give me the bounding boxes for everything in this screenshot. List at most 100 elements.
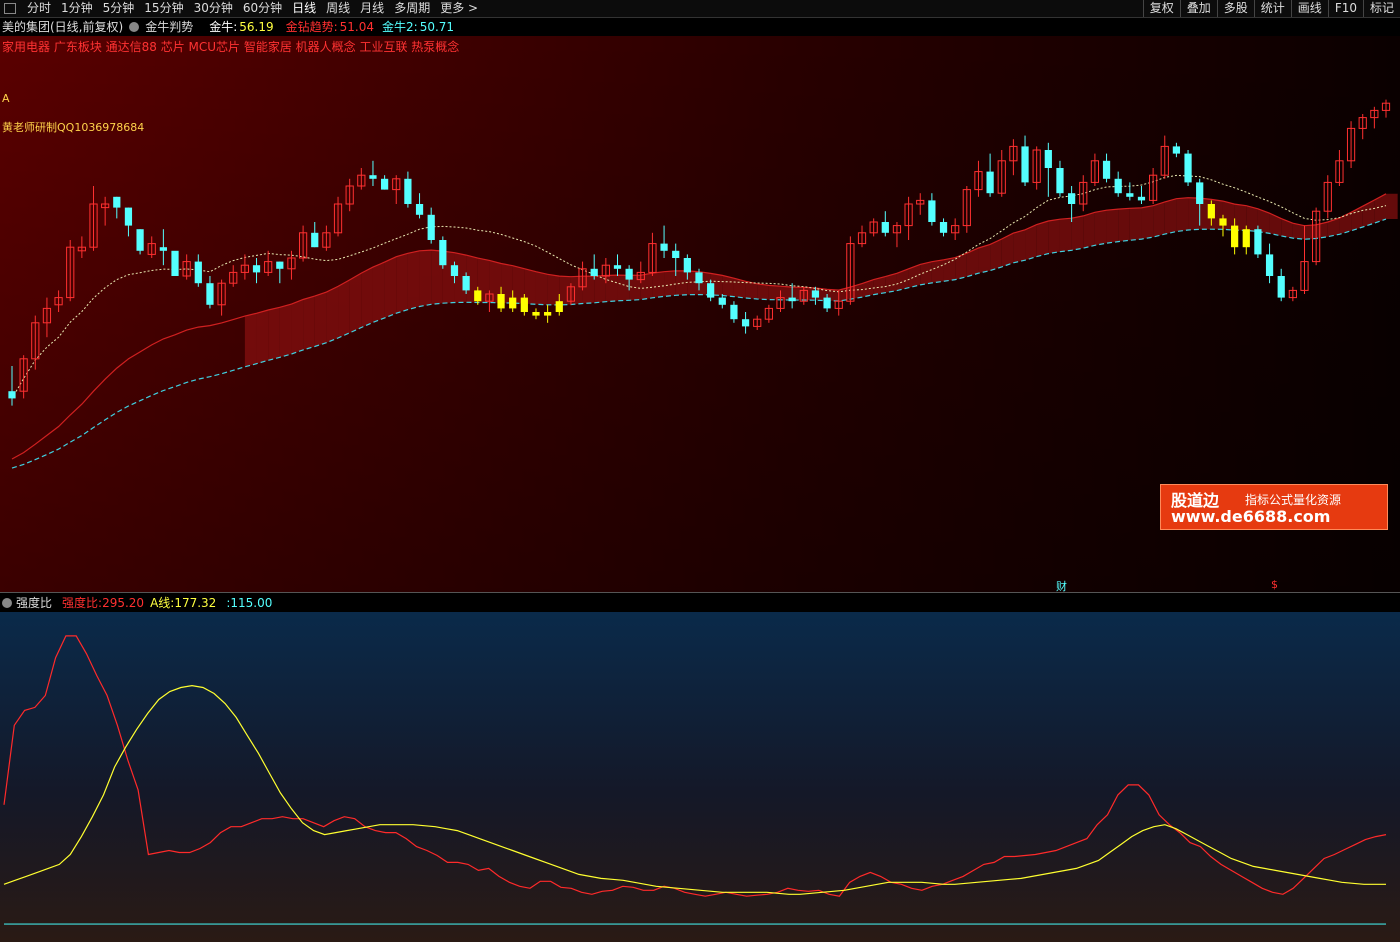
candle-body (1126, 193, 1134, 197)
candle-body (1196, 182, 1204, 204)
top-toolbar: 分时 1分钟 5分钟 15分钟 30分钟 60分钟 日线 周线 月线 多周期 更多 > 复权 叠加 多股… (0, 0, 1400, 18)
candle-body (730, 304, 738, 320)
candle-body (159, 247, 167, 251)
candle (1184, 150, 1192, 186)
label-a: A (2, 92, 10, 105)
tab-0[interactable]: 分时 (22, 0, 56, 17)
candle-body (194, 261, 202, 284)
tool-6[interactable]: 标记 (1362, 0, 1400, 17)
candle-body (474, 290, 482, 302)
sub-chart-background (0, 612, 1400, 942)
candle-body (1068, 193, 1076, 204)
candle-body (613, 265, 622, 269)
watermark-logo: 股道边 指标公式量化资源 www.de6688.com (1160, 484, 1388, 530)
candle-body (311, 232, 319, 248)
menu-icon[interactable] (4, 3, 16, 14)
candle-body (462, 276, 470, 291)
candle (171, 250, 179, 276)
candle-body (520, 297, 528, 312)
candle-body (1044, 150, 1052, 168)
sub-indicator-menu-icon[interactable] (2, 597, 12, 608)
strength-ratio-chart[interactable] (0, 612, 1400, 942)
tab-5[interactable]: 60分钟 (238, 0, 287, 17)
candle-body (509, 297, 517, 309)
v3-value: 50.71 (419, 19, 455, 34)
candle-body (1021, 146, 1029, 183)
candle-body (811, 290, 820, 298)
candle-body (276, 261, 284, 269)
tool-3[interactable]: 统计 (1253, 0, 1291, 17)
candle-body (1184, 153, 1192, 183)
v1-value: 56.19 (239, 19, 274, 34)
tab-2[interactable]: 5分钟 (98, 0, 140, 17)
candle-body (404, 178, 412, 204)
tab-10[interactable]: 更多 > (435, 0, 483, 17)
tab-7[interactable]: 周线 (321, 0, 355, 17)
tab-3[interactable]: 15分钟 (139, 0, 188, 17)
tool-2[interactable]: 多股 (1216, 0, 1254, 17)
tab-6[interactable]: 日线 (287, 0, 321, 17)
candle-body (206, 283, 214, 305)
candle-body (171, 250, 179, 276)
event-marker[interactable]: $ (1271, 578, 1278, 591)
candle-body (544, 312, 552, 316)
candle-body (369, 175, 377, 179)
candle-body (590, 268, 598, 276)
candle-body (695, 272, 703, 284)
candle-body (415, 204, 424, 215)
sub-indicator-bar: 强度比 强度比: 295.20 A线: 177.32 : 115.00 (0, 592, 1400, 612)
v2-value: 51.04 (339, 19, 375, 34)
watermark-url: www.de6688.com (1171, 507, 1331, 526)
candle-body (439, 240, 447, 266)
candle-body (1207, 204, 1215, 219)
indicator-name[interactable]: 金牛判势 (145, 18, 193, 35)
candle-body (788, 297, 796, 302)
candle-body (1114, 178, 1122, 194)
candle-body (1172, 146, 1181, 154)
concept-tags: 家用电器 广东板块 通达信88 芯片 MCU芯片 智能家居 机器人概念 工业互联… (2, 40, 460, 54)
candle-body (1277, 276, 1285, 298)
candle-body (8, 391, 16, 399)
sub-indicator-name[interactable]: 强度比 (16, 594, 52, 611)
candle-body (450, 265, 459, 276)
candle-body (555, 301, 563, 312)
candle-body (741, 319, 750, 327)
candle-body (672, 250, 680, 258)
right-tools: 复权 叠加 多股 统计 画线 F10 标记 (1142, 0, 1400, 17)
candle-body (124, 207, 133, 226)
candle-body (532, 312, 540, 316)
v1-label: 金牛: (209, 20, 238, 34)
candle-body (252, 265, 261, 273)
stock-title: 美的集团(日线,前复权) (2, 20, 124, 34)
watermark-subtitle: 指标公式量化资源 (1245, 493, 1342, 507)
candle (439, 236, 447, 269)
candle-body (136, 229, 144, 251)
tab-4[interactable]: 30分钟 (189, 0, 238, 17)
tab-8[interactable]: 月线 (355, 0, 389, 17)
candle (1254, 225, 1262, 258)
indicator-menu-icon[interactable] (129, 21, 140, 32)
candle-body (1102, 160, 1111, 179)
tool-5[interactable]: F10 (1327, 0, 1363, 17)
candle-body (660, 243, 668, 251)
candle-body (1231, 225, 1239, 248)
candle-body (1254, 229, 1262, 255)
s1-label: 强度比: (62, 596, 103, 610)
v2-label: 金钻趋势: (285, 20, 338, 34)
tab-1[interactable]: 1分钟 (56, 0, 98, 17)
candle-body (881, 222, 889, 233)
s1-value: 295.20 (102, 595, 145, 610)
candle-body (1265, 254, 1274, 276)
tool-4[interactable]: 画线 (1290, 0, 1328, 17)
tool-1[interactable]: 叠加 (1179, 0, 1217, 17)
tab-9[interactable]: 多周期 (389, 0, 435, 17)
candle-body (683, 258, 691, 273)
candle-body (1056, 168, 1064, 194)
candle-body (986, 171, 994, 194)
candle-body (625, 268, 633, 280)
candle-body (707, 283, 715, 298)
candle-body (1242, 229, 1250, 248)
candle-body (823, 297, 831, 309)
candle-body (113, 196, 121, 208)
tool-0[interactable]: 复权 (1142, 0, 1180, 17)
